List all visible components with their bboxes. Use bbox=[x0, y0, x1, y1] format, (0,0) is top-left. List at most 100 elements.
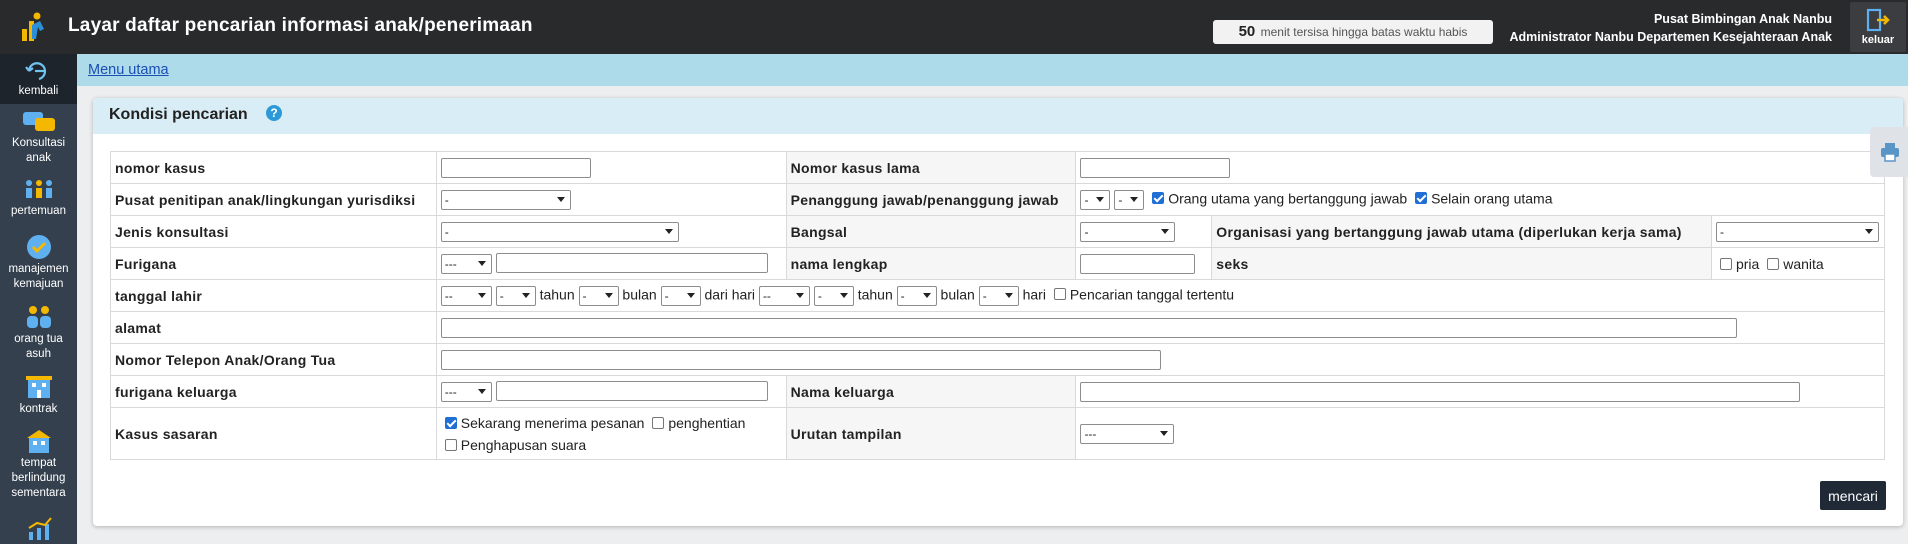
old-case-number-input[interactable] bbox=[1080, 157, 1231, 178]
address-input[interactable] bbox=[440, 317, 1737, 338]
male-checkbox[interactable] bbox=[1719, 257, 1732, 270]
shelter-icon bbox=[26, 430, 51, 453]
sidebar-item-label: tempat berlindung sementara bbox=[11, 457, 66, 499]
logout-button[interactable]: keluar bbox=[1850, 2, 1906, 52]
sidebar-item-label: orang tua asuh bbox=[14, 333, 63, 360]
month-text: bulan bbox=[940, 286, 975, 303]
consult-type-select[interactable]: - bbox=[440, 221, 679, 242]
help-icon[interactable]: ? bbox=[266, 105, 282, 121]
female-checkbox[interactable] bbox=[1767, 257, 1780, 270]
voice-deletion-checkbox[interactable] bbox=[444, 438, 457, 451]
search-button[interactable]: mencari bbox=[1820, 481, 1886, 510]
phone-input[interactable] bbox=[440, 349, 1161, 370]
case-number-label: nomor kasus bbox=[110, 151, 437, 184]
dob-year-to-select[interactable]: - bbox=[813, 285, 854, 306]
family-name-input[interactable] bbox=[1080, 381, 1801, 402]
stopped-label: penghentian bbox=[668, 414, 746, 431]
day-text: hari bbox=[1022, 286, 1046, 303]
month-text: bulan bbox=[622, 286, 657, 303]
table-row: Furigana --- nama lengkap seks pria wani… bbox=[110, 247, 1886, 280]
other-than-main-checkbox[interactable] bbox=[1415, 192, 1428, 205]
table-row: alamat bbox=[110, 311, 1886, 344]
organization-label: Organisasi yang bertanggung jawab utama … bbox=[1211, 215, 1712, 248]
main-person-checkbox[interactable] bbox=[1152, 192, 1165, 205]
top-bar: Layar daftar pencarian informasi anak/pe… bbox=[0, 0, 1908, 54]
display-order-select[interactable]: --- bbox=[1080, 423, 1175, 444]
sidebar-item-meeting[interactable]: pertemuan bbox=[0, 178, 77, 219]
sidebar-item-foster-parents[interactable]: orang tua asuh bbox=[0, 304, 77, 362]
meeting-icon bbox=[25, 180, 52, 198]
currently-accepting-checkbox[interactable] bbox=[444, 416, 457, 429]
print-button[interactable] bbox=[1870, 127, 1908, 177]
voice-deletion-label: Penghapusan suara bbox=[460, 436, 587, 453]
center-label: Pusat penitipan anak/lingkungan yurisdik… bbox=[110, 183, 437, 216]
timer-minutes: 50 bbox=[1238, 23, 1256, 40]
breadcrumb: Menu utama bbox=[77, 54, 1908, 86]
full-name-label: nama lengkap bbox=[785, 247, 1077, 280]
table-row: Pusat penitipan anak/lingkungan yurisdik… bbox=[110, 183, 1885, 216]
specific-date-checkbox[interactable] bbox=[1053, 288, 1066, 301]
furigana-select[interactable]: --- bbox=[440, 253, 492, 274]
chat-icon bbox=[22, 112, 55, 131]
organization-select[interactable]: - bbox=[1715, 221, 1879, 242]
table-row: Nomor Telepon Anak/Orang Tua bbox=[110, 343, 1886, 376]
table-row: nomor kasus Nomor kasus lama bbox=[110, 151, 1885, 184]
full-name-input[interactable] bbox=[1080, 253, 1196, 274]
sidebar-item-contract[interactable]: kontrak bbox=[0, 374, 77, 417]
dob-day-to-select[interactable]: - bbox=[978, 285, 1019, 306]
family-furigana-select[interactable]: --- bbox=[440, 381, 492, 402]
other-than-main-label: Selain orang utama bbox=[1431, 190, 1553, 207]
pic-select-1[interactable]: - bbox=[1080, 189, 1111, 210]
female-label: wanita bbox=[1783, 255, 1824, 272]
family-name-label: Nama keluarga bbox=[785, 375, 1077, 408]
chart-icon bbox=[27, 517, 52, 540]
ward-label: Bangsal bbox=[785, 215, 1077, 248]
dob-era-to-select[interactable]: -- bbox=[758, 285, 810, 306]
person-in-charge-label: Penanggung jawab/penanggung jawab bbox=[785, 183, 1077, 216]
panel-title: Kondisi pencarian bbox=[109, 106, 248, 123]
dob-day-from-select[interactable]: - bbox=[660, 285, 701, 306]
table-row: furigana keluarga --- Nama keluarga bbox=[110, 375, 1885, 408]
sex-label: seks bbox=[1211, 247, 1712, 280]
user-info: Pusat Bimbingan Anak Nanbu Administrator… bbox=[1509, 10, 1832, 46]
page-title: Layar daftar pencarian informasi anak/pe… bbox=[68, 15, 533, 36]
panel-header: Kondisi pencarian ? bbox=[93, 98, 1903, 134]
sidebar-item-progress[interactable]: manajemen kemajuan bbox=[0, 234, 77, 292]
male-label: pria bbox=[1735, 255, 1760, 272]
table-row: tanggal lahir -- - tahun - bulan - dari … bbox=[110, 279, 1886, 312]
search-form-table: nomor kasus Nomor kasus lama Pusat penit… bbox=[110, 151, 1886, 460]
center-select[interactable]: - bbox=[440, 189, 571, 210]
sidebar-item-statistics[interactable] bbox=[0, 516, 77, 544]
stopped-checkbox[interactable] bbox=[652, 416, 665, 429]
year-text: tahun bbox=[857, 286, 893, 303]
dob-label: tanggal lahir bbox=[110, 279, 437, 312]
dob-month-to-select[interactable]: - bbox=[896, 285, 937, 306]
case-number-input[interactable] bbox=[440, 157, 591, 178]
display-order-label: Urutan tampilan bbox=[785, 407, 1077, 460]
sidebar-item-back[interactable]: kembali bbox=[0, 54, 77, 104]
sidebar-item-label: kembali bbox=[18, 85, 59, 97]
office-name: Pusat Bimbingan Anak Nanbu bbox=[1653, 12, 1832, 26]
year-text: tahun bbox=[539, 286, 575, 303]
family-furigana-input[interactable] bbox=[495, 381, 768, 402]
ward-select[interactable]: - bbox=[1080, 221, 1176, 242]
sidebar: kembali Konsultasi anak pertemuan manaje… bbox=[0, 54, 77, 544]
phone-label: Nomor Telepon Anak/Orang Tua bbox=[110, 343, 437, 376]
pic-select-2[interactable]: - bbox=[1114, 189, 1145, 210]
dob-era-from-select[interactable]: -- bbox=[440, 285, 492, 306]
sidebar-item-shelter[interactable]: tempat berlindung sementara bbox=[0, 428, 77, 501]
specific-date-label: Pencarian tanggal tertentu bbox=[1069, 286, 1235, 303]
consult-type-label: Jenis konsultasi bbox=[110, 215, 437, 248]
sidebar-item-consultation[interactable]: Konsultasi anak bbox=[0, 110, 77, 166]
furigana-label: Furigana bbox=[110, 247, 437, 280]
user-name: Administrator Nanbu Departemen Kesejahte… bbox=[1509, 30, 1832, 44]
logout-label: keluar bbox=[1861, 34, 1895, 46]
sidebar-item-label: pertemuan bbox=[11, 205, 66, 217]
dob-year-from-select[interactable]: - bbox=[495, 285, 536, 306]
dob-month-from-select[interactable]: - bbox=[578, 285, 619, 306]
main-menu-link[interactable]: Menu utama bbox=[88, 62, 169, 78]
sidebar-item-label: manajemen kemajuan bbox=[8, 263, 69, 290]
furigana-input[interactable] bbox=[495, 253, 768, 274]
sidebar-item-label: kontrak bbox=[19, 403, 58, 415]
building-icon bbox=[25, 376, 52, 398]
